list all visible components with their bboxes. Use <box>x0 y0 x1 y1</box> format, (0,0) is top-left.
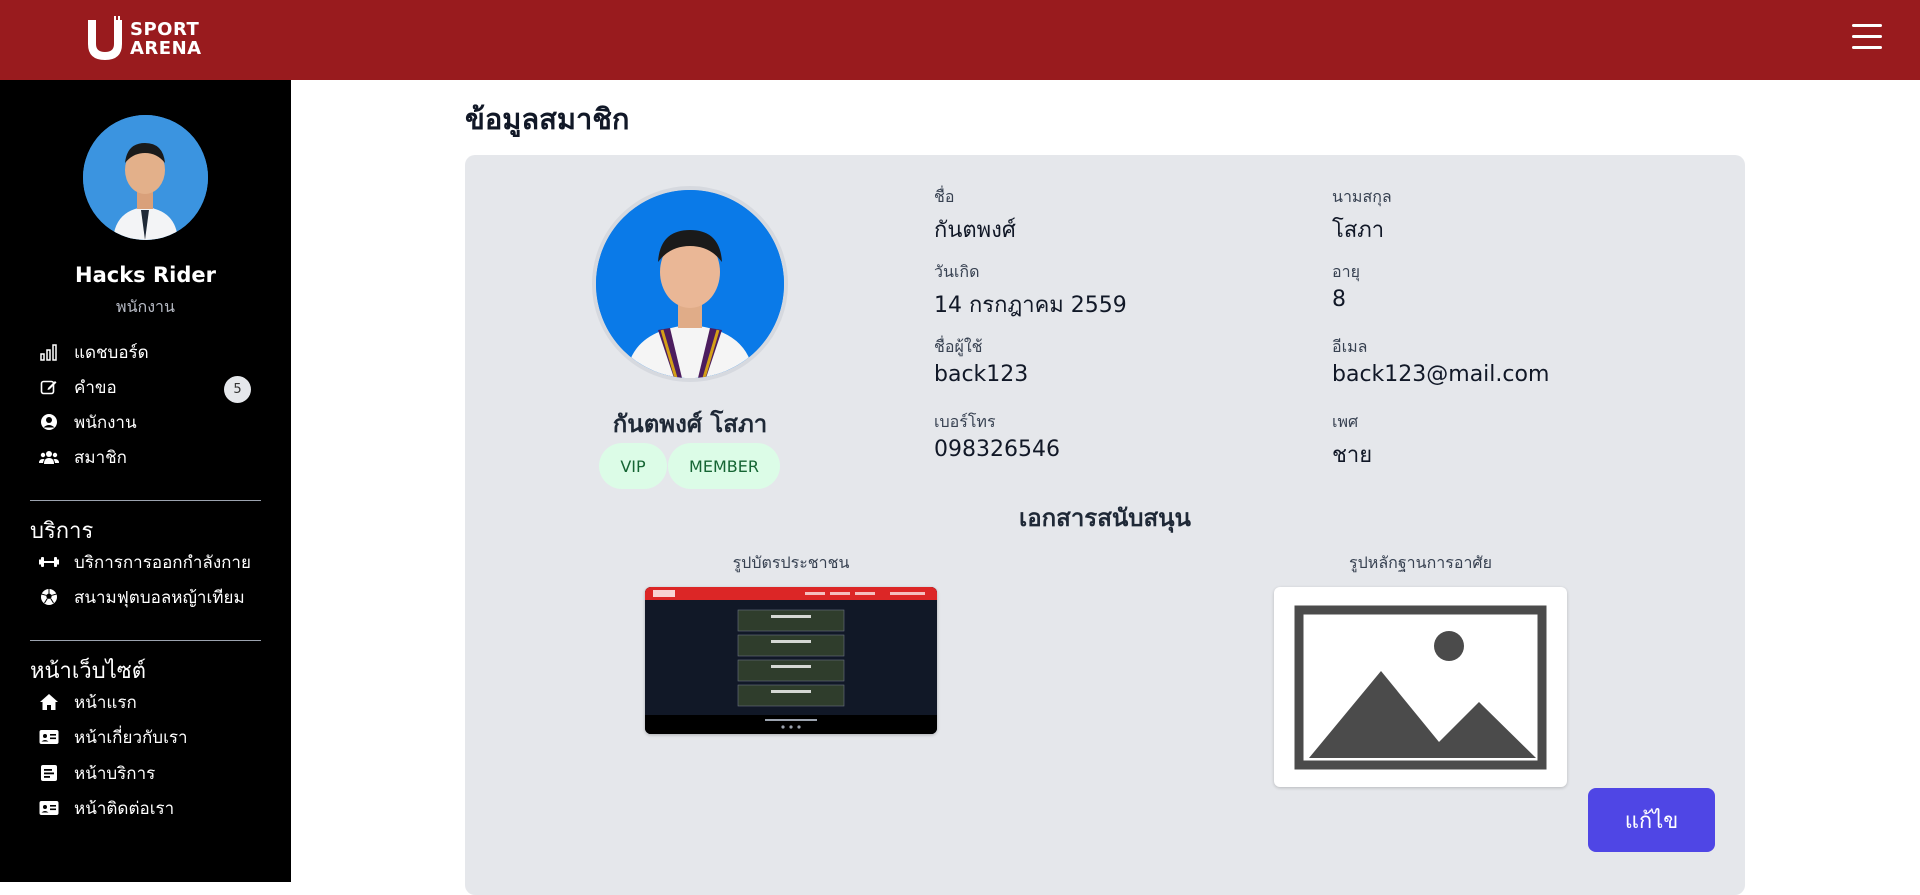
username-value: back123 <box>934 362 1029 387</box>
sidebar-item-members[interactable]: สมาชิก <box>38 443 258 471</box>
sidebar-item-label: แดชบอร์ด <box>74 342 149 363</box>
sidebar-divider <box>30 500 261 501</box>
soccer-ball-icon <box>38 586 60 608</box>
home-icon <box>38 691 60 713</box>
contact-card-icon <box>38 797 60 819</box>
member-full-name: กันตพงศ์ โสภา <box>612 410 768 438</box>
sidebar-item-label: หน้าบริการ <box>74 763 156 784</box>
edit-button[interactable]: แก้ไข <box>1588 788 1715 852</box>
sidebar-avatar <box>83 115 208 240</box>
sidebar-heading-website: หน้าเว็บไซต์ <box>30 659 147 684</box>
age-label: อายุ <box>1332 262 1360 281</box>
sidebar-item-label: บริการการออกกำลังกาย <box>74 552 251 573</box>
sidebar-item-about-page[interactable]: หน้าเกี่ยวกับเรา <box>38 723 258 751</box>
id-card-image[interactable] <box>645 587 937 734</box>
sidebar-item-label: คำขอ <box>74 377 117 398</box>
logo-text: SPORT ARENA <box>130 20 202 58</box>
sidebar-item-label: สนามฟุตบอลหญ้าเทียม <box>74 587 245 608</box>
id-card-label: รูปบัตรประชาชน <box>732 553 850 572</box>
logo[interactable]: SPORT ARENA <box>84 15 214 63</box>
sidebar-user-name: Hacks Rider <box>75 263 216 287</box>
first-name-label: ชื่อ <box>934 187 955 206</box>
sidebar-divider <box>30 640 261 641</box>
logo-u-mark <box>84 16 126 62</box>
username-label: ชื่อผู้ใช้ <box>934 337 983 356</box>
logo-line-2: ARENA <box>130 38 202 59</box>
chart-bar-icon <box>38 341 60 363</box>
sidebar-item-label: หน้าเกี่ยวกับเรา <box>74 727 188 748</box>
birthdate-value: 14 กรกฎาคม 2559 <box>934 293 1127 318</box>
sidebar-item-dashboard[interactable]: แดชบอร์ด <box>38 338 258 366</box>
last-name-value: โสภา <box>1332 218 1385 243</box>
residence-proof-label: รูปหลักฐานการอาศัย <box>1349 553 1492 572</box>
list-alt-icon <box>38 762 60 784</box>
edit-icon <box>38 376 60 398</box>
sidebar-heading-services: บริการ <box>30 519 94 544</box>
user-circle-icon <box>38 411 60 433</box>
sidebar-item-football-field[interactable]: สนามฟุตบอลหญ้าเทียม <box>38 583 258 611</box>
users-icon <box>38 446 60 468</box>
documents-title: เอกสารสนับสนุน <box>1019 504 1191 532</box>
vip-badge: VIP <box>599 443 667 489</box>
sidebar-item-label: หน้าแรก <box>74 692 137 713</box>
requests-count-badge: 5 <box>224 376 251 403</box>
phone-value: 098326546 <box>934 437 1060 462</box>
top-navbar: SPORT ARENA <box>0 0 1920 80</box>
birthdate-label: วันเกิด <box>934 262 980 281</box>
gender-label: เพศ <box>1332 412 1359 431</box>
age-value: 8 <box>1332 287 1346 312</box>
member-badge: MEMBER <box>668 443 780 489</box>
first-name-value: กันตพงศ์ <box>934 218 1016 243</box>
sidebar-item-employees[interactable]: พนักงาน <box>38 408 258 436</box>
hamburger-menu-icon[interactable] <box>1852 24 1882 56</box>
member-avatar <box>592 186 788 382</box>
residence-proof-image[interactable] <box>1274 587 1567 787</box>
last-name-label: นามสกุล <box>1332 187 1392 206</box>
page-title: ข้อมูลสมาชิก <box>465 102 630 136</box>
email-value: back123@mail.com <box>1332 362 1550 387</box>
logo-line-1: SPORT <box>130 19 200 40</box>
dumbbell-icon <box>38 551 60 573</box>
sidebar-item-contact-page[interactable]: หน้าติดต่อเรา <box>38 794 258 822</box>
sidebar: Hacks Rider พนักงาน แดชบอร์ด คำขอ 5 พนัก… <box>0 80 291 882</box>
sidebar-item-fitness-service[interactable]: บริการการออกกำลังกาย <box>38 548 258 576</box>
sidebar-item-label: พนักงาน <box>74 412 137 433</box>
sidebar-item-home-page[interactable]: หน้าแรก <box>38 688 258 716</box>
sidebar-user-role: พนักงาน <box>116 297 175 316</box>
gender-value: ชาย <box>1332 443 1373 468</box>
sidebar-item-label: สมาชิก <box>74 447 127 468</box>
phone-label: เบอร์โทร <box>934 412 996 431</box>
email-label: อีเมล <box>1332 337 1368 356</box>
sidebar-item-services-page[interactable]: หน้าบริการ <box>38 759 258 787</box>
sidebar-item-label: หน้าติดต่อเรา <box>74 798 175 819</box>
id-card-icon <box>38 726 60 748</box>
